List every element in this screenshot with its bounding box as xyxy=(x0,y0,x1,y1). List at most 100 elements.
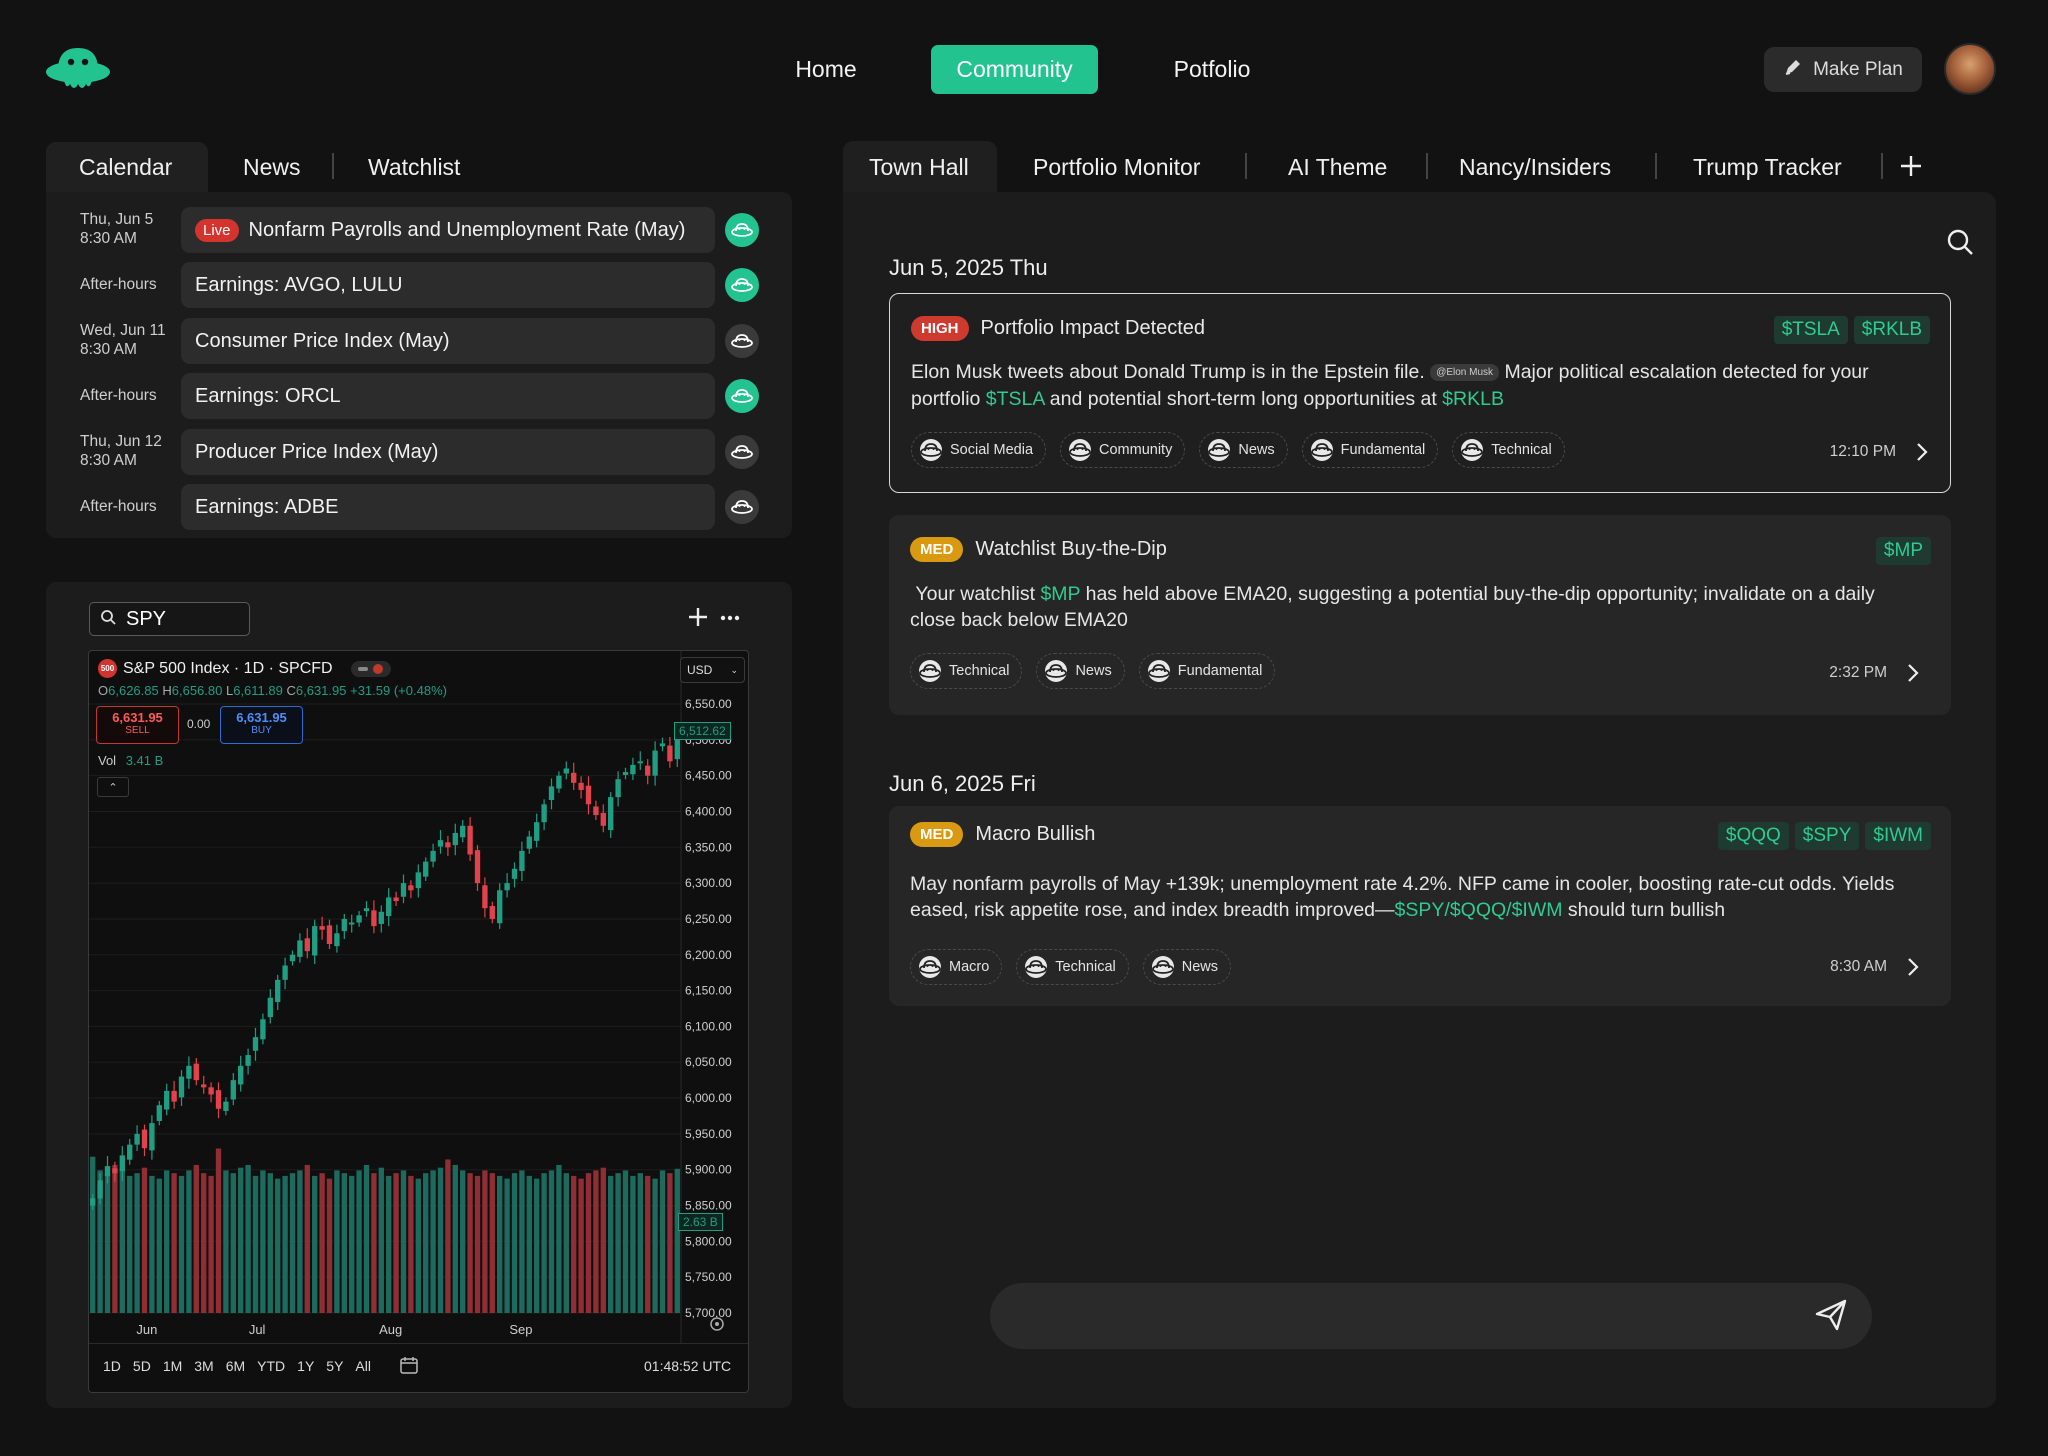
ticker-tag[interactable]: $SPY xyxy=(1794,822,1860,850)
range-button[interactable]: 1Y xyxy=(297,1358,314,1374)
tab-divider xyxy=(1426,153,1428,179)
sell-button[interactable]: 6,631.95 SELL xyxy=(96,706,179,744)
alert-card[interactable]: HIGH Portfolio Impact Detected $TSLA $RK… xyxy=(889,293,1951,493)
candle-body xyxy=(208,1087,214,1095)
tab-nancy-insiders[interactable]: Nancy/Insiders xyxy=(1459,154,1611,181)
range-button[interactable]: 1M xyxy=(163,1358,182,1374)
message-input[interactable] xyxy=(990,1283,1872,1349)
candle-body xyxy=(511,868,518,879)
source-chip[interactable]: Technical xyxy=(910,653,1023,689)
event-item[interactable]: Producer Price Index (May) xyxy=(181,429,715,475)
app-logo[interactable] xyxy=(44,40,112,96)
tab-town-hall[interactable]: Town Hall xyxy=(869,154,969,181)
candle-body xyxy=(600,812,606,826)
event-item[interactable]: Earnings: ORCL xyxy=(181,373,715,419)
chevron-right-icon[interactable] xyxy=(1910,441,1932,463)
alert-card[interactable]: MED Macro Bullish $QQQ $SPY $IWM May non… xyxy=(889,806,1951,1006)
chevron-right-icon[interactable] xyxy=(1901,662,1923,684)
source-chip[interactable]: Community xyxy=(1060,432,1186,468)
range-button[interactable]: 5D xyxy=(133,1358,151,1374)
tab-trump-tracker[interactable]: Trump Tracker xyxy=(1693,154,1842,181)
range-button[interactable]: 1D xyxy=(103,1358,121,1374)
tab-news[interactable]: News xyxy=(243,154,301,181)
user-avatar[interactable] xyxy=(1944,43,1996,95)
source-chip[interactable]: Technical xyxy=(1016,949,1129,985)
alert-ufo-icon[interactable] xyxy=(725,268,759,302)
range-button[interactable]: 5Y xyxy=(326,1358,343,1374)
calendar-range-icon[interactable] xyxy=(398,1354,420,1381)
vol-label: Vol xyxy=(98,753,117,768)
card-time: 2:32 PM xyxy=(1829,664,1887,681)
source-chip[interactable]: Fundamental xyxy=(1138,653,1276,689)
range-button[interactable]: 6M xyxy=(226,1358,245,1374)
search-icon[interactable] xyxy=(1945,227,1975,262)
alert-ufo-icon[interactable] xyxy=(725,379,759,413)
body-text: and potential short-term long opportunit… xyxy=(1049,387,1437,410)
source-chip[interactable]: Technical xyxy=(1452,432,1565,468)
source-chip[interactable]: News xyxy=(1199,432,1288,468)
alert-ufo-icon[interactable] xyxy=(725,324,759,358)
add-icon[interactable] xyxy=(686,605,710,634)
send-icon[interactable] xyxy=(1813,1297,1849,1338)
volume-bar xyxy=(156,1178,162,1313)
alert-card[interactable]: MED Watchlist Buy-the-Dip $MP Your watch… xyxy=(889,515,1951,715)
alert-ufo-icon[interactable] xyxy=(725,490,759,524)
y-tick-label: 5,750.00 xyxy=(685,1270,732,1284)
candle-body xyxy=(164,1090,170,1110)
mention-tag[interactable]: @Elon Musk xyxy=(1430,363,1500,381)
chart-settings-icon[interactable] xyxy=(708,1315,726,1338)
ticker-link[interactable]: $TSLA xyxy=(986,388,1045,410)
volume-bar xyxy=(556,1164,562,1313)
add-tab-icon[interactable] xyxy=(1898,153,1924,184)
ticker-tag[interactable]: $QQQ xyxy=(1717,822,1789,850)
tab-watchlist[interactable]: Watchlist xyxy=(368,154,460,181)
ticker-tag[interactable]: $IWM xyxy=(1865,822,1931,850)
source-chip[interactable]: News xyxy=(1036,653,1125,689)
range-button[interactable]: 3M xyxy=(194,1358,213,1374)
symbol-search-input[interactable]: SPY xyxy=(89,602,250,636)
ticker-tag[interactable]: $RKLB xyxy=(1853,316,1930,344)
event-item[interactable]: Live Nonfarm Payrolls and Unemployment Ra… xyxy=(181,207,715,253)
ticker-link[interactable]: $RKLB xyxy=(1442,388,1504,410)
currency-select[interactable]: USD ⌄ xyxy=(680,657,745,683)
source-chip[interactable]: Social Media xyxy=(911,432,1047,468)
volume-bar xyxy=(334,1170,340,1313)
candle-body xyxy=(141,1129,148,1149)
volume-bar xyxy=(178,1175,185,1313)
tab-portfolio-monitor[interactable]: Portfolio Monitor xyxy=(1033,154,1200,181)
nav-portfolio[interactable]: Potfolio xyxy=(1156,45,1268,94)
chart-toggle[interactable] xyxy=(350,660,391,677)
make-plan-button[interactable]: Make Plan xyxy=(1764,47,1922,92)
range-button[interactable]: All xyxy=(355,1358,371,1374)
buy-button[interactable]: 6,631.95 BUY xyxy=(220,706,303,744)
tab-ai-theme[interactable]: AI Theme xyxy=(1288,154,1387,181)
ufo-icon xyxy=(1151,956,1174,978)
price-chart[interactable]: 6,550.006,500.006,450.006,400.006,350.00… xyxy=(88,650,749,1393)
event-item[interactable]: Earnings: ADBE xyxy=(181,484,715,530)
nav-home[interactable]: Home xyxy=(772,45,880,94)
source-chip[interactable]: Fundamental xyxy=(1301,432,1439,468)
alert-ufo-icon[interactable] xyxy=(725,213,759,247)
volume-bar xyxy=(208,1175,214,1313)
candle-body xyxy=(127,1144,133,1160)
volume-bar xyxy=(437,1167,444,1313)
event-item[interactable]: Consumer Price Index (May) xyxy=(181,318,715,364)
chevron-right-icon[interactable] xyxy=(1901,956,1923,978)
candle-body xyxy=(178,1076,185,1098)
range-button[interactable]: YTD xyxy=(257,1358,285,1374)
source-chip[interactable]: Macro xyxy=(910,949,1003,985)
alert-ufo-icon[interactable] xyxy=(725,435,759,469)
source-chip[interactable]: News xyxy=(1142,949,1232,985)
candle-body xyxy=(230,1080,236,1100)
collapse-icon[interactable]: ⌃ xyxy=(97,777,129,797)
event-item[interactable]: Earnings: AVGO, LULU xyxy=(181,262,715,308)
tab-calendar[interactable]: Calendar xyxy=(79,154,172,181)
more-icon[interactable] xyxy=(718,605,742,634)
ticker-tag[interactable]: $TSLA xyxy=(1773,316,1848,344)
candle-body xyxy=(630,764,636,775)
severity-badge: MED xyxy=(910,822,964,847)
ticker-link[interactable]: $SPY/$QQQ/$IWM xyxy=(1395,899,1563,921)
ticker-tag[interactable]: $MP xyxy=(1875,537,1931,565)
nav-community[interactable]: Community xyxy=(931,45,1098,94)
ticker-link[interactable]: $MP xyxy=(1040,583,1080,605)
